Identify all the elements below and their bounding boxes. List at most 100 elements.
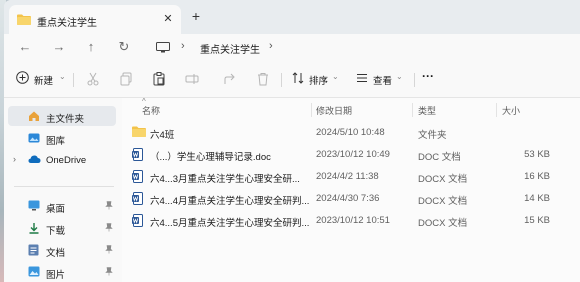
- file-size: 14 KB: [524, 193, 550, 204]
- file-type: DOC 文档: [418, 152, 461, 163]
- monitor-icon: [156, 42, 170, 55]
- breadcrumb-separator[interactable]: ›: [181, 40, 185, 52]
- chevron-down-icon: ⌄: [396, 72, 403, 81]
- sort-button[interactable]: 排序 ⌄: [292, 71, 342, 87]
- breadcrumb-separator-end[interactable]: ›: [269, 40, 273, 52]
- file-explorer-window: 重点关注学生 ✕ + ← → ↑ ↻ › 重点关注学生 › 新建 ⌄ 排序 ⌄ …: [4, 0, 580, 282]
- breadcrumb-current[interactable]: 重点关注学生: [200, 41, 260, 56]
- file-modified: 2024/4/30 7:36: [316, 193, 380, 204]
- word-doc-icon: [132, 170, 144, 185]
- command-bar: 新建 ⌄ 排序 ⌄ 查看 ⌄ ···: [4, 60, 580, 98]
- folder-icon: [132, 126, 146, 139]
- column-header-name[interactable]: 名称: [142, 104, 160, 117]
- sort-label: 排序: [309, 76, 329, 87]
- file-size: 15 KB: [524, 215, 550, 226]
- pin-icon[interactable]: [105, 201, 113, 212]
- tab-title: 重点关注学生: [37, 18, 97, 29]
- back-button[interactable]: ←: [16, 38, 34, 56]
- gallery-icon: [28, 132, 40, 146]
- file-modified: 2024/5/10 10:48: [316, 127, 385, 138]
- pin-icon[interactable]: [105, 223, 113, 234]
- expand-chevron-icon[interactable]: ›: [13, 154, 16, 164]
- file-type: 文件夹: [418, 130, 447, 141]
- new-tab-button[interactable]: +: [188, 8, 204, 24]
- sidebar-item-downloads[interactable]: 下载: [8, 218, 116, 238]
- sidebar-item-label: 图片: [46, 270, 66, 281]
- close-tab-button[interactable]: ✕: [161, 12, 175, 25]
- paste-icon[interactable]: [152, 72, 168, 88]
- new-button[interactable]: 新建 ⌄: [16, 71, 66, 87]
- view-icon: [356, 72, 368, 87]
- sort-icon: [292, 72, 304, 87]
- new-plus-icon: [16, 71, 29, 87]
- column-divider[interactable]: [311, 103, 312, 117]
- file-size: 53 KB: [524, 149, 550, 160]
- tab-bar: 重点关注学生 ✕ +: [4, 0, 580, 34]
- view-button[interactable]: 查看 ⌄: [356, 71, 406, 87]
- word-doc-icon: [132, 148, 144, 163]
- cut-icon[interactable]: [86, 72, 102, 88]
- file-row-doc[interactable]: （...）学生心理辅导记录.doc 2023/10/12 10:49 DOC 文…: [126, 144, 578, 166]
- chevron-down-icon: ⌄: [59, 72, 66, 81]
- toolbar-divider: [73, 73, 74, 87]
- file-type: DOCX 文档: [418, 174, 468, 185]
- chevron-down-icon: ⌄: [332, 72, 339, 81]
- file-name: 六4...3月重点关注学生心理安全研...: [150, 174, 300, 185]
- sidebar-item-label: 下载: [46, 226, 66, 237]
- refresh-button[interactable]: ↻: [115, 38, 133, 56]
- new-label: 新建: [34, 76, 54, 87]
- download-icon: [28, 222, 40, 236]
- file-name: （...）学生心理辅导记录.doc: [150, 152, 271, 163]
- tab-current-folder[interactable]: 重点关注学生 ✕: [9, 5, 181, 34]
- copy-icon[interactable]: [119, 72, 135, 88]
- up-button[interactable]: ↑: [82, 38, 100, 56]
- share-icon[interactable]: [223, 72, 239, 88]
- toolbar-divider: [281, 73, 282, 87]
- pin-icon[interactable]: [105, 245, 113, 256]
- more-options-button[interactable]: ···: [422, 69, 434, 85]
- pictures-icon: [28, 266, 40, 279]
- folder-icon: [17, 14, 31, 27]
- sidebar-item-label: 主文件夹: [46, 114, 85, 125]
- sidebar-item-pictures[interactable]: 图片: [8, 262, 116, 282]
- sidebar-item-onedrive[interactable]: › OneDrive: [8, 150, 116, 170]
- column-header-type[interactable]: 类型: [418, 104, 436, 117]
- sidebar-item-label: 图库: [46, 136, 66, 147]
- file-modified: 2023/10/12 10:51: [316, 215, 390, 226]
- sidebar-item-home[interactable]: 主文件夹: [8, 106, 116, 126]
- column-header-size[interactable]: 大小: [502, 104, 520, 117]
- word-doc-icon: [132, 192, 144, 207]
- cloud-icon: [28, 154, 41, 166]
- documents-icon: [28, 244, 39, 258]
- sidebar-item-desktop[interactable]: 桌面: [8, 196, 116, 216]
- column-divider[interactable]: [412, 103, 413, 117]
- file-type: DOCX 文档: [418, 196, 468, 207]
- column-header-modified[interactable]: 修改日期: [316, 104, 352, 117]
- file-list: ^ 名称 修改日期 类型 大小 六4班 2024/5/10 10:48 文件夹 …: [122, 97, 580, 282]
- forward-button[interactable]: →: [50, 38, 68, 56]
- file-modified: 2024/4/2 11:38: [316, 171, 379, 182]
- sidebar-item-gallery[interactable]: 图库: [8, 128, 116, 148]
- rename-icon[interactable]: [185, 72, 201, 88]
- sidebar-item-label: 文档: [46, 248, 66, 259]
- home-icon: [28, 110, 40, 124]
- delete-icon[interactable]: [256, 72, 272, 88]
- file-row-docx[interactable]: 六4...5月重点关注学生心理安全研判... 2023/10/12 10:51 …: [126, 210, 578, 232]
- sidebar-item-label: 桌面: [46, 204, 66, 215]
- file-name: 六4...4月重点关注学生心理安全研判...: [150, 196, 310, 207]
- pin-icon[interactable]: [105, 267, 113, 278]
- view-label: 查看: [373, 76, 393, 87]
- file-name: 六4...5月重点关注学生心理安全研判...: [150, 218, 310, 229]
- file-modified: 2023/10/12 10:49: [316, 149, 390, 160]
- word-doc-icon: [132, 214, 144, 229]
- file-row-docx[interactable]: 六4...4月重点关注学生心理安全研判... 2024/4/30 7:36 DO…: [126, 188, 578, 210]
- address-bar[interactable]: › 重点关注学生 ›: [148, 36, 580, 58]
- file-type: DOCX 文档: [418, 218, 468, 229]
- sidebar-item-documents[interactable]: 文档: [8, 240, 116, 260]
- navigation-bar: ← → ↑ ↻ › 重点关注学生 ›: [4, 34, 580, 60]
- column-divider[interactable]: [496, 103, 497, 117]
- file-row-docx[interactable]: 六4...3月重点关注学生心理安全研... 2024/4/2 11:38 DOC…: [126, 166, 578, 188]
- sidebar-divider: [14, 186, 114, 187]
- file-row-folder[interactable]: 六4班 2024/5/10 10:48 文件夹: [126, 122, 578, 144]
- desktop-icon: [28, 200, 40, 213]
